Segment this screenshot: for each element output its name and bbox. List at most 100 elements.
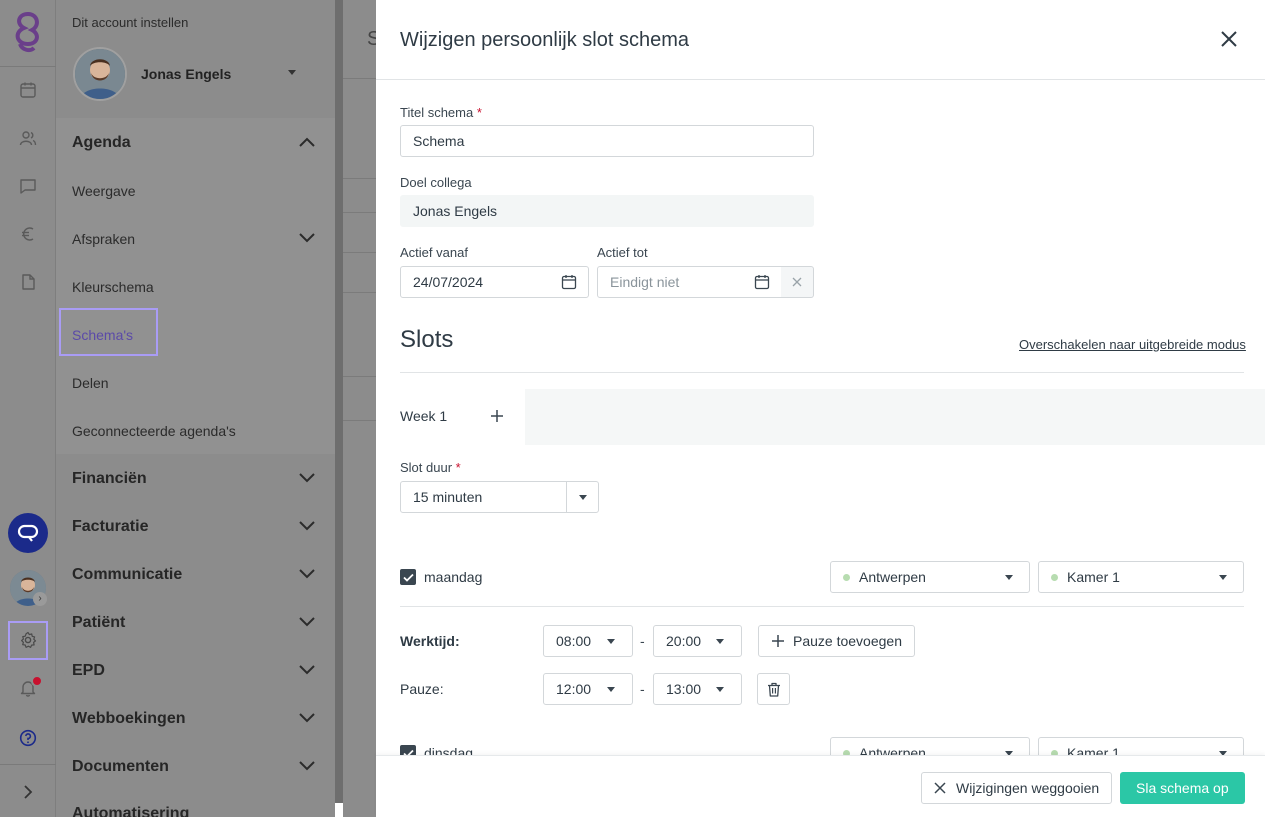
title-schema-input[interactable]: Schema [400,125,814,157]
week-tab-1[interactable]: Week 1 [400,408,447,424]
chevron-down-icon[interactable] [299,473,315,483]
calendar-icon[interactable] [17,79,39,101]
users-icon[interactable] [17,127,39,149]
day-divider [400,606,1244,607]
menu-item-delen[interactable]: Delen [72,375,109,391]
avatar[interactable] [73,47,127,101]
caret-down-icon [1219,575,1227,580]
chat-icon[interactable] [17,175,39,197]
clear-date-button[interactable] [781,266,814,298]
caret-down-icon [607,639,615,644]
active-to-label: Actief tot [597,245,648,260]
caret-down-icon [716,639,724,644]
range-dash: - [640,681,645,697]
menu-section-agenda[interactable]: Agenda [72,134,131,152]
calendar-icon[interactable] [754,274,770,290]
location-select[interactable]: Antwerpen [830,561,1030,593]
slots-heading: Slots [400,326,454,353]
document-icon[interactable] [17,271,39,293]
user-name[interactable]: Jonas Engels [141,66,231,82]
menu-section-communicatie[interactable]: Communicatie [72,566,182,584]
title-schema-label: Titel schema * [400,105,482,120]
settings-sidebar: Dit account instellen Jonas Engels Agend… [56,0,335,817]
work-from-select[interactable]: 08:00 [543,625,633,657]
pause-label: Pauze: [400,681,444,697]
worktime-label: Werktijd: [400,633,460,649]
add-pause-button[interactable]: Pauze toevoegen [758,625,915,657]
chevron-down-icon[interactable] [299,617,315,627]
chevron-down-icon[interactable] [299,761,315,771]
active-from-value: 24/07/2024 [413,274,484,290]
room-select[interactable]: Kamer 1 [1038,561,1244,593]
menu-section-facturatie[interactable]: Facturatie [72,518,148,536]
sidebar-scrollbar[interactable] [335,0,343,803]
background-page: S [343,0,380,817]
save-schedule-button[interactable]: Sla schema op [1120,772,1245,804]
menu-item-schemas[interactable]: Schema's [72,327,133,343]
app-logo-icon[interactable] [10,10,46,56]
edit-schedule-drawer: Wijzigen persoonlijk slot schema Titel s… [376,0,1265,817]
chevron-down-icon[interactable] [299,521,315,531]
chevron-down-icon[interactable] [299,569,315,579]
gear-icon[interactable] [17,629,39,651]
chevron-up-icon[interactable] [299,137,315,147]
close-icon[interactable] [1218,28,1240,50]
chevron-right-icon[interactable]: › [33,592,47,606]
slot-duration-value: 15 minuten [413,489,483,505]
menu-section-patient[interactable]: Patiënt [72,614,125,632]
menu-section-documenten[interactable]: Documenten [72,758,169,776]
menu-section-automatisering[interactable]: Automatisering [72,805,189,817]
status-dot [1051,574,1058,581]
rail-divider [0,764,56,765]
day-checkbox-maandag[interactable] [400,569,416,585]
drawer-footer: Wijzigingen weggooien Sla schema op [376,755,1265,817]
menu-section-webboekingen[interactable]: Webboekingen [72,710,186,728]
rail-divider [0,66,56,67]
pause-from-select[interactable]: 12:00 [543,673,633,705]
menu-section-financien[interactable]: Financiën [72,470,147,488]
account-settings-label: Dit account instellen [72,15,189,30]
active-from-input[interactable]: 24/07/2024 [400,266,589,298]
week-tabs-area [525,389,1265,445]
discard-changes-button[interactable]: Wijzigingen weggooien [921,772,1113,804]
chevron-down-icon[interactable] [299,665,315,675]
status-dot [843,574,850,581]
menu-section-epd[interactable]: EPD [72,662,105,680]
day-label-maandag: maandag [424,569,483,585]
slot-duration-label: Slot duur * [400,460,461,475]
menu-item-kleurschema[interactable]: Kleurschema [72,279,154,295]
plus-icon [772,635,784,647]
header-divider [376,79,1265,80]
drawer-title: Wijzigen persoonlijk slot schema [400,29,690,51]
menu-item-geconnecteerde-agendas[interactable]: Geconnecteerde agenda's [72,423,236,439]
menu-item-weergave[interactable]: Weergave [72,183,136,199]
delete-pause-button[interactable] [757,673,790,705]
caret-down-icon[interactable] [288,70,296,75]
support-chat-icon[interactable] [8,513,48,553]
colleague-label: Doel collega [400,175,472,190]
caret-down-icon [607,687,615,692]
active-to-input[interactable]: Eindigt niet [597,266,782,298]
slot-duration-select[interactable]: 15 minuten [400,481,599,513]
pause-to-select[interactable]: 13:00 [653,673,742,705]
icon-rail: › [0,0,56,817]
slots-divider [400,372,1244,373]
range-dash: - [640,633,645,649]
euro-icon[interactable] [17,223,39,245]
expand-icon[interactable] [18,782,38,802]
caret-down-icon [579,495,587,500]
calendar-icon[interactable] [561,274,577,290]
advanced-mode-link[interactable]: Overschakelen naar uitgebreide modus [1019,337,1246,352]
help-icon[interactable] [17,727,39,749]
chevron-down-icon[interactable] [299,713,315,723]
colleague-field: Jonas Engels [400,195,814,227]
caret-down-icon [716,687,724,692]
chevron-down-icon[interactable] [299,233,315,243]
trash-icon [767,682,780,697]
active-to-placeholder: Eindigt niet [610,274,680,290]
work-to-select[interactable]: 20:00 [653,625,742,657]
notification-badge [31,675,43,687]
close-icon [934,782,946,794]
menu-item-afspraken[interactable]: Afspraken [72,231,135,247]
add-week-icon[interactable] [490,409,504,423]
